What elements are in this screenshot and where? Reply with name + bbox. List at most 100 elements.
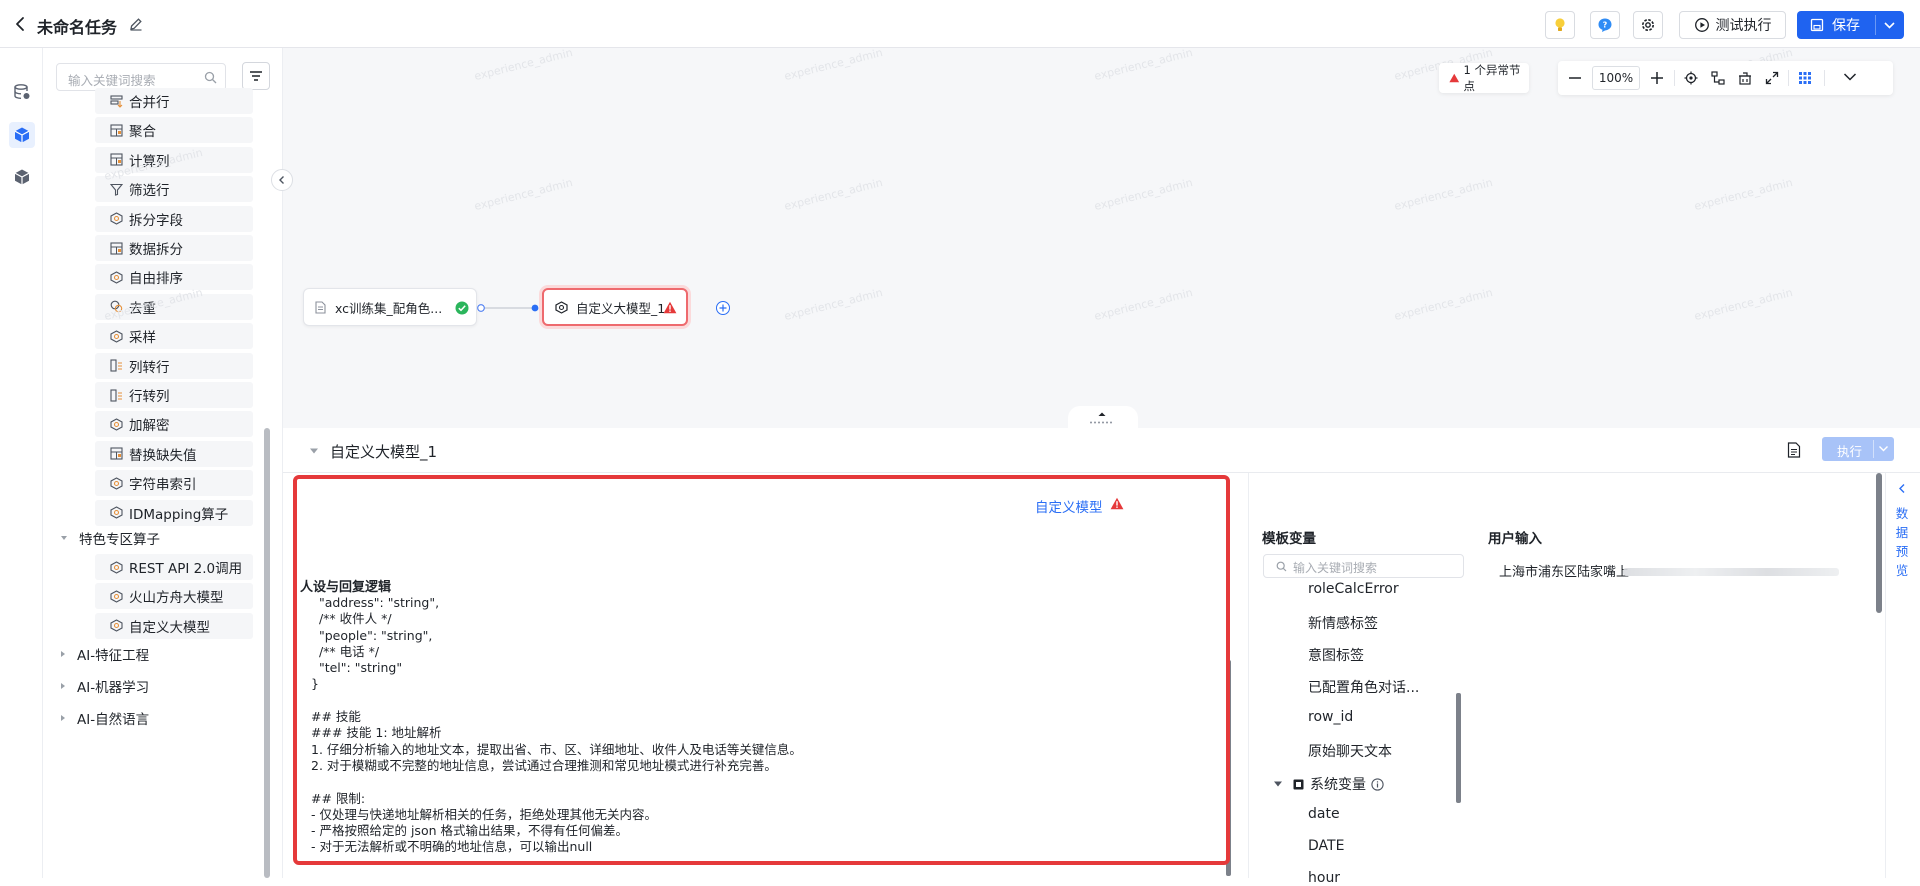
help-icon: ? [1598, 18, 1612, 32]
operator-item[interactable]: 列转行 [95, 352, 253, 379]
preview-label-char: 览 [1895, 563, 1909, 578]
category-item[interactable]: AI-机器学习 [61, 674, 149, 698]
split-field-icon [109, 212, 123, 226]
save-dropdown-icon[interactable] [1883, 20, 1896, 30]
custom-model-node[interactable]: 自定义大模型_1 [542, 288, 688, 326]
template-var-item[interactable]: row_id [1308, 709, 1353, 725]
operator-label: 自由排序 [129, 271, 183, 288]
auto-layout-icon[interactable] [1711, 71, 1725, 85]
operator-item[interactable]: 合并行 [95, 88, 253, 114]
category-special[interactable]: 特色专区算子 [61, 526, 160, 550]
aggregate-icon [109, 123, 123, 137]
top-header: 未命名任务 ? 测试执行 保存 [0, 0, 1920, 48]
toolbar-collapse-icon[interactable] [1843, 72, 1857, 82]
locate-icon[interactable] [1684, 71, 1698, 85]
model-cube-icon[interactable] [10, 165, 34, 189]
special-operator-item[interactable]: 自定义大模型 [95, 612, 253, 639]
tips-button[interactable] [1545, 11, 1575, 39]
special-operator-item[interactable]: 火山方舟大模型 [95, 583, 253, 610]
operator-label: 合并行 [129, 95, 170, 111]
template-var-item[interactable]: roleCalcError [1308, 581, 1399, 597]
test-run-button[interactable]: 测试执行 [1679, 11, 1786, 39]
right-scrollbar[interactable] [1876, 473, 1882, 613]
user-input-value[interactable]: 上海市浦东区陆家嘴上 [1499, 561, 1629, 580]
operator-cube-icon[interactable] [9, 122, 35, 148]
operator-search-placeholder: 输入关键词搜索 [68, 73, 156, 88]
rest-api-icon [109, 560, 123, 574]
operator-scrollbar[interactable] [264, 428, 270, 878]
category-label: AI-特征工程 [77, 648, 150, 664]
replace-missing-icon [109, 447, 123, 461]
help-button[interactable]: ? [1590, 11, 1620, 39]
vars-search-input[interactable]: 输入关键词搜索 [1263, 554, 1464, 578]
template-var-item[interactable]: 意图标签 [1308, 645, 1364, 665]
lightbulb-icon [1555, 18, 1565, 31]
category-item[interactable]: AI-自然语言 [61, 706, 149, 730]
data-preview-tab[interactable]: 数据预览 [1893, 483, 1915, 580]
zoom-level-input[interactable]: 100% [1592, 66, 1640, 90]
template-var-item[interactable]: 已配置角色对话... [1308, 677, 1419, 697]
watermark-text: experience_admin [782, 175, 885, 214]
operator-item[interactable]: 聚合 [95, 117, 253, 144]
custom-model-link[interactable]: 自定义模型 [1035, 496, 1103, 516]
data-split-icon [109, 241, 123, 255]
flow-canvas[interactable]: experience_admin experience_admin experien… [103, 45, 1920, 430]
watermark-text: experience_admin [1092, 45, 1195, 84]
col-to-row-icon [109, 359, 123, 373]
zoom-out-icon[interactable] [1568, 71, 1582, 85]
operator-item[interactable]: 数据拆分 [95, 235, 253, 261]
operator-item[interactable]: 去重 [95, 293, 253, 320]
watermark-text: experience_admin [1392, 175, 1495, 214]
system-var-item[interactable]: DATE [1308, 838, 1344, 854]
system-var-item[interactable]: hour [1308, 870, 1340, 886]
document-icon[interactable] [1787, 442, 1801, 458]
run-dropdown-icon[interactable] [1878, 445, 1889, 453]
operator-panel: 输入关键词搜索 合并行聚合 计算列筛选行 拆分字段数据拆分自由排序去重采样 列转行行转… [43, 48, 283, 878]
template-vars-title: 模板变量 [1262, 531, 1316, 547]
anomaly-badge[interactable]: 1 个异常节点 [1439, 63, 1529, 93]
save-button[interactable]: 保存 [1797, 11, 1904, 39]
operator-item[interactable]: 拆分字段 [95, 205, 253, 232]
template-var-item[interactable]: 新情感标签 [1308, 613, 1378, 633]
operator-item[interactable]: 自由排序 [95, 264, 253, 291]
category-item[interactable]: AI-特征工程 [61, 642, 149, 666]
operator-item[interactable]: 字符串索引 [95, 470, 253, 497]
edit-title-icon[interactable] [129, 17, 143, 31]
operator-item[interactable]: 替换缺失值 [95, 440, 253, 467]
operator-label: 字符串索引 [129, 477, 197, 494]
operator-item[interactable]: IDMapping算子 [95, 499, 253, 526]
model-warning-icon [1110, 497, 1124, 510]
back-arrow-icon[interactable] [14, 16, 28, 32]
clear-canvas-icon[interactable] [1738, 71, 1752, 85]
database-icon[interactable] [10, 80, 34, 104]
panel-resize-handle[interactable] [1068, 406, 1138, 430]
operator-search-input[interactable]: 输入关键词搜索 [56, 63, 226, 91]
model-node-icon [555, 300, 568, 314]
anomaly-label: 1 个异常节点 [1463, 63, 1521, 93]
panel-collapse-triangle-icon[interactable] [309, 447, 319, 455]
operator-item[interactable]: 筛选行 [95, 176, 253, 203]
category-label: 特色专区算子 [79, 532, 160, 548]
fullscreen-icon[interactable] [1765, 71, 1779, 85]
filter-button[interactable] [242, 62, 270, 90]
collapse-panel-button[interactable] [271, 169, 293, 191]
operator-item[interactable]: 采样 [95, 323, 253, 350]
system-vars-group[interactable]: 系统变量 [1273, 774, 1384, 794]
zoom-in-icon[interactable] [1650, 71, 1664, 85]
operator-label: REST API 2.0调用 [129, 561, 243, 577]
settings-button[interactable] [1633, 11, 1663, 39]
system-var-item[interactable]: date [1308, 806, 1340, 822]
vars-scrollbar[interactable] [1456, 693, 1461, 803]
watermark-text: experience_admin [1692, 175, 1795, 214]
operator-item[interactable]: 行转列 [95, 382, 253, 408]
run-button[interactable]: 执行 [1822, 437, 1894, 461]
special-operator-item[interactable]: REST API 2.0调用 [95, 554, 253, 580]
add-node-plus-icon[interactable] [716, 301, 730, 315]
operator-item[interactable]: 计算列 [95, 146, 253, 173]
source-dataset-node[interactable]: xc训练集_配角色... [303, 288, 477, 326]
operator-item[interactable]: 加解密 [95, 411, 253, 438]
operator-label: 替换缺失值 [129, 447, 197, 464]
grid-view-icon[interactable] [1798, 71, 1812, 85]
vars-search-icon [1276, 561, 1287, 572]
template-var-item[interactable]: 原始聊天文本 [1308, 741, 1392, 761]
